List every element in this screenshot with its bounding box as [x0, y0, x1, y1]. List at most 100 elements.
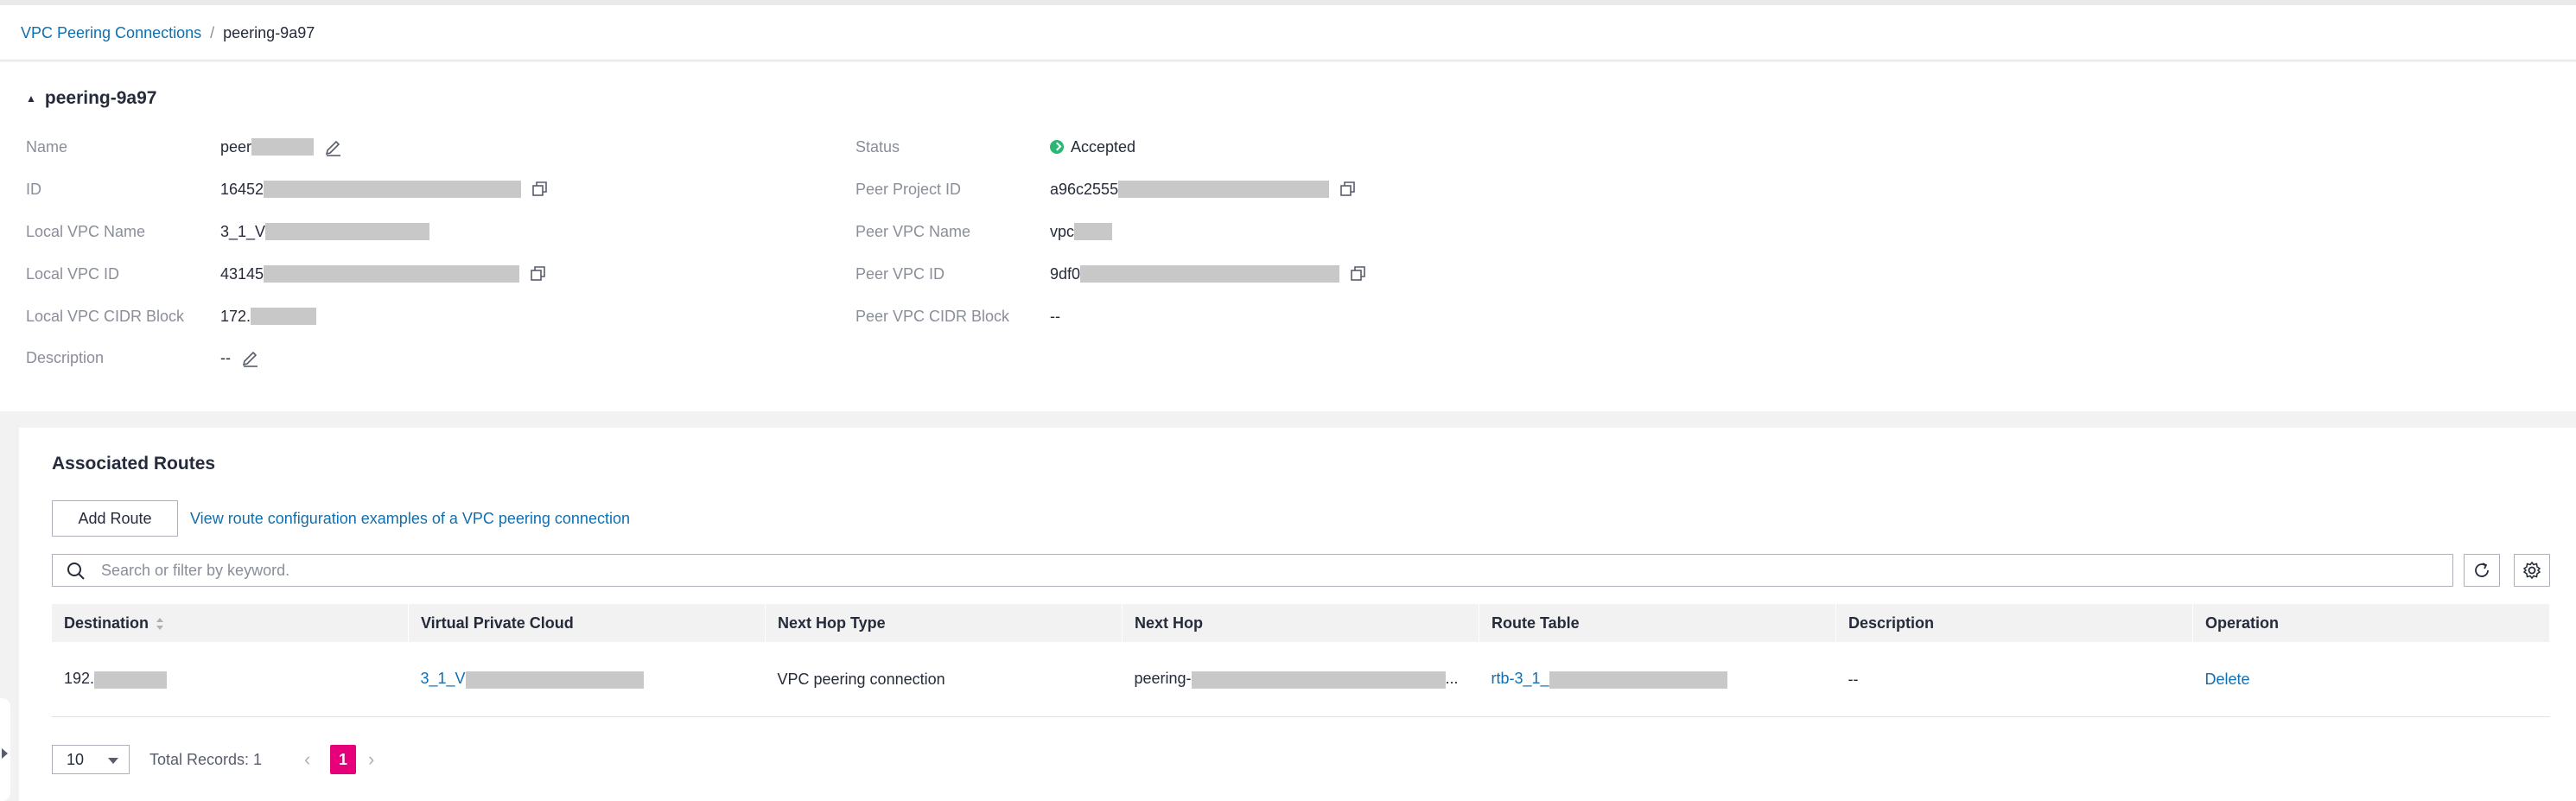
copy-icon[interactable]: [1339, 181, 1357, 198]
refresh-button[interactable]: [2464, 554, 2500, 587]
current-page[interactable]: 1: [330, 745, 356, 774]
page-size-select[interactable]: 10: [52, 745, 130, 774]
breadcrumb-current: peering-9a97: [223, 24, 315, 41]
column-header-destination[interactable]: Destination: [52, 604, 409, 642]
breadcrumb: VPC Peering Connections / peering-9a97: [21, 24, 315, 42]
column-header-next-hop-type: Next Hop Type: [765, 604, 1123, 642]
field-label: Status: [855, 138, 900, 156]
status-check-icon: [1050, 140, 1064, 154]
detail-header[interactable]: ▲ peering-9a97: [26, 88, 156, 109]
field-label: Local VPC CIDR Block: [26, 308, 185, 325]
column-header-route-table: Route Table: [1479, 604, 1836, 642]
prev-page-chevron-icon[interactable]: ‹: [304, 748, 310, 771]
cell-destination: 192.: [52, 642, 409, 717]
page-size-value: 10: [67, 751, 85, 768]
field-description: Description --: [26, 347, 804, 368]
search-input[interactable]: Search or filter by keyword.: [52, 554, 2453, 587]
route-table-link[interactable]: rtb-3_1_: [1492, 670, 1549, 687]
field-value: 172.: [220, 308, 251, 325]
field-label: Description: [26, 349, 105, 366]
next-hop-value: peering-: [1134, 670, 1192, 688]
field-label: Peer Project ID: [855, 181, 962, 198]
redacted-block: [465, 671, 644, 689]
copy-icon[interactable]: [531, 181, 549, 198]
redacted-block: [1118, 181, 1330, 198]
breadcrumb-link-vpc-peering[interactable]: VPC Peering Connections: [21, 24, 201, 41]
column-header-description: Description: [1835, 604, 2193, 642]
edit-pencil-icon[interactable]: [324, 137, 343, 156]
edit-pencil-icon[interactable]: [241, 348, 260, 367]
associated-routes-card: Associated Routes Add Route View route c…: [19, 428, 2576, 801]
field-value: 16452: [220, 181, 264, 198]
vpc-link[interactable]: 3_1_V: [421, 670, 466, 687]
add-route-button[interactable]: Add Route: [52, 500, 178, 537]
field-peer-vpc-id: Peer VPC ID 9df0: [855, 264, 1633, 284]
field-label: Peer VPC ID: [855, 265, 945, 283]
table-header-row: Destination Virtual Private Cloud Next H…: [52, 604, 2550, 642]
field-value: --: [1050, 308, 1060, 325]
side-panel-toggle[interactable]: [0, 698, 10, 801]
redacted-block: [264, 181, 522, 198]
next-page-chevron-icon[interactable]: ›: [368, 748, 374, 771]
search-placeholder: Search or filter by keyword.: [101, 562, 290, 579]
redacted-block: [94, 671, 168, 689]
refresh-icon: [2475, 563, 2489, 577]
field-peer-project-id: Peer Project ID a96c2555: [855, 179, 1633, 200]
field-local-vpc-cidr: Local VPC CIDR Block 172.: [26, 306, 804, 327]
destination-value: 192.: [64, 670, 95, 688]
field-peer-vpc-cidr: Peer VPC CIDR Block --: [855, 306, 1633, 327]
column-header-operation: Operation: [2192, 604, 2550, 642]
redacted-block: [1080, 265, 1340, 283]
field-label: ID: [26, 181, 41, 198]
field-label: Peer VPC CIDR Block: [855, 308, 1010, 325]
field-id: ID 16452: [26, 179, 804, 200]
field-label: Peer VPC Name: [855, 223, 971, 240]
copy-icon[interactable]: [1350, 265, 1367, 283]
cell-vpc: 3_1_V: [408, 642, 766, 717]
search-icon: [67, 563, 85, 580]
field-label: Local VPC Name: [26, 223, 146, 240]
breadcrumb-separator: /: [210, 24, 215, 41]
table-row: 192. 3_1_V VPC peering connection peerin…: [52, 642, 2550, 717]
next-hop-ellipsis: ...: [1445, 670, 1459, 688]
field-value: peer: [220, 138, 252, 156]
redacted-block: [1074, 223, 1113, 240]
column-header-vpc: Virtual Private Cloud: [408, 604, 766, 642]
settings-button[interactable]: [2514, 554, 2550, 587]
collapse-triangle-icon[interactable]: ▲: [26, 92, 36, 105]
breadcrumb-bar: VPC Peering Connections / peering-9a97: [0, 0, 2576, 60]
redacted-block: [1191, 671, 1446, 689]
detail-title: peering-9a97: [44, 88, 157, 108]
copy-icon[interactable]: [530, 265, 547, 283]
route-examples-link[interactable]: View route configuration examples of a V…: [190, 510, 630, 528]
field-value: a96c2555: [1050, 181, 1119, 198]
cell-operation: Delete: [2192, 642, 2550, 717]
redacted-block: [1549, 671, 1727, 689]
field-value: 9df0: [1050, 265, 1081, 283]
section-title: Associated Routes: [52, 454, 216, 474]
column-header-next-hop: Next Hop: [1122, 604, 1479, 642]
field-value: 3_1_V: [220, 223, 266, 240]
column-label: Destination: [64, 613, 149, 632]
chevron-down-icon: [108, 758, 118, 764]
cell-description: --: [1835, 642, 2193, 717]
cell-route-table: rtb-3_1_: [1479, 642, 1836, 717]
cell-next-hop-type: VPC peering connection: [765, 642, 1123, 717]
field-label: Local VPC ID: [26, 265, 120, 283]
delete-link[interactable]: Delete: [2205, 671, 2250, 688]
field-value: --: [220, 349, 231, 366]
field-name: Name peer: [26, 137, 804, 157]
field-value: vpc: [1050, 223, 1075, 240]
redacted-block: [264, 265, 520, 283]
sort-icon[interactable]: [156, 617, 164, 631]
redacted-block: [251, 138, 315, 156]
field-local-vpc-id: Local VPC ID 43145: [26, 264, 804, 284]
field-peer-vpc-name: Peer VPC Name vpc: [855, 221, 1633, 242]
field-value: 43145: [220, 265, 264, 283]
redacted-block: [265, 223, 430, 240]
routes-table: Destination Virtual Private Cloud Next H…: [52, 604, 2550, 717]
field-local-vpc-name: Local VPC Name 3_1_V: [26, 221, 804, 242]
field-label: Name: [26, 138, 68, 156]
cell-next-hop: peering-...: [1122, 642, 1479, 717]
total-records: Total Records: 1: [149, 751, 263, 768]
